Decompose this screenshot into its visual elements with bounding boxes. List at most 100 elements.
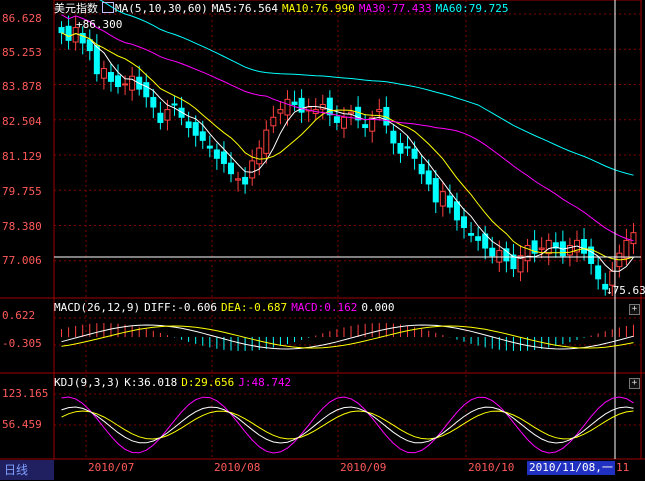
ma30-line bbox=[61, 14, 634, 242]
j-line bbox=[61, 396, 634, 454]
candle-body bbox=[432, 178, 439, 203]
candle-body bbox=[333, 116, 340, 123]
macd-header: MACD(26,12,9) DIFF:-0.606 DEA:-0.687 MACD:0… bbox=[54, 301, 399, 314]
low-value: 75.63 bbox=[612, 284, 645, 297]
candle-body bbox=[115, 75, 122, 88]
candle-body bbox=[192, 122, 199, 136]
chart-canvas bbox=[0, 0, 645, 460]
high-marker: +86.300 bbox=[76, 18, 123, 31]
candle-body bbox=[227, 162, 234, 175]
price-axis-label: 81.129 bbox=[2, 150, 42, 163]
price-axis-label: 83.878 bbox=[2, 80, 42, 93]
candle-body bbox=[425, 170, 432, 185]
kdj-params[interactable]: KDJ(9,3,3) bbox=[54, 376, 120, 389]
candle-body bbox=[595, 265, 602, 280]
macd-value: MACD:0.162 bbox=[291, 301, 358, 314]
cursor-date-label: 2010/11/08,一 bbox=[527, 461, 615, 475]
price-axis-label: 82.504 bbox=[2, 115, 42, 128]
kdj-axis-label: 123.165 bbox=[2, 387, 49, 400]
candle-body bbox=[277, 109, 284, 114]
ma-params[interactable]: MA(5,10,30,60) bbox=[115, 2, 208, 15]
instrument-title: 美元指数 bbox=[54, 2, 98, 15]
macd-axis-label: 0.622 bbox=[2, 309, 36, 322]
candle-body bbox=[199, 131, 206, 141]
candle-body bbox=[150, 96, 157, 108]
price-axis-label: 78.380 bbox=[2, 220, 42, 233]
candle-body bbox=[129, 75, 136, 91]
price-axis-label: 86.628 bbox=[2, 12, 42, 25]
dea-line bbox=[61, 325, 634, 349]
dea-value: DEA:-0.687 bbox=[220, 301, 288, 314]
candle-body bbox=[213, 149, 220, 159]
high-value: 86.300 bbox=[82, 18, 123, 31]
candle-body bbox=[171, 103, 178, 106]
period-selector[interactable]: 日线 bbox=[0, 460, 54, 480]
diff-value: DIFF:-0.606 bbox=[144, 301, 217, 314]
candle-body bbox=[220, 151, 227, 164]
candle-body bbox=[340, 116, 347, 129]
ma5-line bbox=[61, 32, 634, 272]
candle-body bbox=[291, 101, 298, 105]
candle-body bbox=[411, 148, 418, 159]
candle-body bbox=[475, 236, 482, 241]
candle-body bbox=[453, 201, 460, 221]
candle-body bbox=[538, 247, 545, 250]
candle-body bbox=[270, 116, 277, 127]
ma-toggle-icon[interactable] bbox=[102, 2, 114, 13]
candle-body bbox=[65, 25, 72, 41]
candle-body bbox=[461, 216, 468, 229]
candle-body bbox=[489, 247, 496, 257]
candle-body bbox=[298, 97, 305, 113]
d-line bbox=[61, 410, 634, 440]
ma10-value: MA10:76.990 bbox=[281, 2, 355, 15]
macd-expand-icon[interactable]: + bbox=[629, 304, 640, 315]
cursor-date-tail: 11 bbox=[616, 461, 630, 474]
candle-body bbox=[58, 27, 65, 34]
x-axis-label: 2010/09 bbox=[340, 461, 387, 474]
kdj-axis-label: 56.459 bbox=[2, 418, 42, 431]
main-header: 美元指数 MA(5,10,30,60) MA5:76.564 MA10:76.990 M… bbox=[54, 2, 513, 15]
price-axis-label: 85.253 bbox=[2, 46, 42, 59]
candle-body bbox=[164, 109, 171, 121]
x-axis-label: 2010/07 bbox=[88, 461, 135, 474]
candle-body bbox=[418, 163, 425, 175]
ma30-value: MA30:77.433 bbox=[358, 2, 432, 15]
candle-body bbox=[100, 68, 107, 79]
candle-body bbox=[348, 111, 355, 115]
candle-body bbox=[206, 145, 213, 149]
candle-body bbox=[376, 109, 383, 113]
kdj-expand-icon[interactable]: + bbox=[629, 378, 640, 389]
candle-body bbox=[93, 44, 100, 75]
candle-body bbox=[623, 239, 630, 259]
candle-body bbox=[143, 82, 150, 98]
candle-body bbox=[249, 160, 256, 179]
ma60-value: MA60:79.725 bbox=[435, 2, 509, 15]
candle-body bbox=[468, 233, 475, 236]
candle-body bbox=[397, 142, 404, 154]
candle-body bbox=[404, 146, 411, 149]
candle-body bbox=[263, 129, 270, 154]
candle-body bbox=[242, 176, 249, 185]
j-value: J:48.742 bbox=[238, 376, 292, 389]
plot-frame bbox=[53, 0, 642, 460]
macd-axis-label: -0.305 bbox=[2, 337, 42, 350]
candle-body bbox=[581, 239, 588, 254]
candle-body bbox=[122, 83, 129, 86]
candle-body bbox=[157, 112, 164, 123]
macd-params[interactable]: MACD(26,12,9) bbox=[54, 301, 140, 314]
candle-body bbox=[284, 98, 291, 116]
candle-body bbox=[545, 239, 552, 255]
low-marker: ↓75.63 bbox=[606, 284, 645, 297]
kdj-header: KDJ(9,3,3) K:36.018 D:29.656 J:48.742 bbox=[54, 376, 295, 389]
candle-body bbox=[362, 124, 369, 129]
k-value: K:36.018 bbox=[124, 376, 178, 389]
candle-body bbox=[235, 178, 242, 181]
candle-body bbox=[439, 191, 446, 207]
cursor-date: 2010/11/08,一 bbox=[529, 461, 613, 474]
ma5-value: MA5:76.564 bbox=[211, 2, 278, 15]
price-axis-label: 77.006 bbox=[2, 254, 42, 267]
candle-body bbox=[496, 250, 503, 263]
x-axis-label: 2010/10 bbox=[468, 461, 515, 474]
zero-value: 0.000 bbox=[361, 301, 395, 314]
candle-body bbox=[630, 232, 637, 245]
